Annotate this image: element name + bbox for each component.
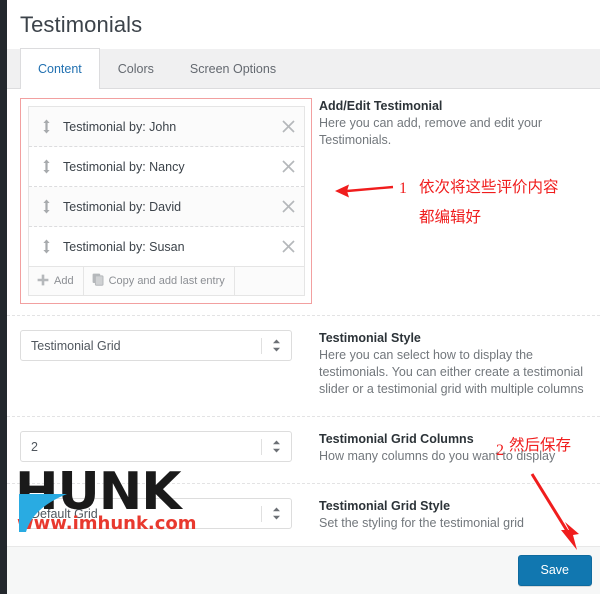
grid-style-description: Testimonial Grid Style Set the styling f… xyxy=(312,498,600,532)
add-button[interactable]: Add xyxy=(29,267,84,295)
page-title: Testimonials xyxy=(20,11,143,37)
testimonial-style-select[interactable]: Testimonial Grid xyxy=(20,330,292,361)
field-description: Here you can select how to display the t… xyxy=(319,348,584,396)
chevron-updown-icon xyxy=(272,440,281,453)
columns-select-column: 2 xyxy=(7,431,312,462)
save-button[interactable]: Save xyxy=(517,555,592,586)
style-select-column: Testimonial Grid xyxy=(7,330,312,361)
add-edit-description: Add/Edit Testimonial Here you can add, r… xyxy=(312,98,600,149)
style-description: Testimonial Style Here you can select ho… xyxy=(312,330,600,398)
admin-bar-edge xyxy=(0,0,7,594)
field-description: Here you can add, remove and edit your T… xyxy=(319,116,543,147)
list-item-label: Testimonial by: John xyxy=(63,119,177,134)
tab-screen-options[interactable]: Screen Options xyxy=(172,48,294,88)
field-title: Add/Edit Testimonial xyxy=(319,99,443,113)
field-description: How many columns do you want to display xyxy=(319,449,556,463)
close-icon[interactable] xyxy=(280,159,296,175)
columns-description: Testimonial Grid Columns How many column… xyxy=(312,431,600,465)
page-header: Testimonials xyxy=(7,0,600,49)
row-testimonial-style: Testimonial Grid Testimonial Style Here … xyxy=(7,316,600,417)
tab-colors[interactable]: Colors xyxy=(100,48,172,88)
field-title: Testimonial Style xyxy=(319,331,421,345)
grid-style-select-column: Default Grid xyxy=(7,498,312,529)
select-value: Testimonial Grid xyxy=(31,338,121,353)
select-divider xyxy=(261,337,262,354)
chevron-updown-icon xyxy=(272,507,281,520)
list-item[interactable]: Testimonial by: David xyxy=(29,187,304,227)
testimonial-repeater: Testimonial by: John Testimonial by: Nan… xyxy=(28,106,305,296)
drag-handle-icon[interactable] xyxy=(38,119,54,135)
field-description: Set the styling for the testimonial grid xyxy=(319,516,524,530)
repeater-column: Testimonial by: John Testimonial by: Nan… xyxy=(7,98,312,304)
close-icon[interactable] xyxy=(280,119,296,135)
row-grid-style: Default Grid Testimonial Grid Style Set … xyxy=(7,484,600,551)
repeater-footer: Add Copy and add last entry xyxy=(29,267,304,295)
select-divider xyxy=(261,505,262,522)
close-icon[interactable] xyxy=(280,239,296,255)
list-item-label: Testimonial by: Susan xyxy=(63,239,185,254)
list-item-label: Testimonial by: David xyxy=(63,199,182,214)
list-item[interactable]: Testimonial by: Susan xyxy=(29,227,304,267)
copy-add-last-entry-label: Copy and add last entry xyxy=(108,275,225,287)
row-grid-columns: 2 Testimonial Grid Columns How many colu… xyxy=(7,417,600,484)
drag-handle-icon[interactable] xyxy=(38,159,54,175)
save-bar: Save xyxy=(517,555,592,586)
tab-content[interactable]: Content xyxy=(20,48,100,89)
testimonial-repeater-highlight: Testimonial by: John Testimonial by: Nan… xyxy=(20,98,312,304)
drag-handle-icon[interactable] xyxy=(38,199,54,215)
select-value: 2 xyxy=(31,439,38,454)
select-value: Default Grid xyxy=(31,506,98,521)
drag-handle-icon[interactable] xyxy=(38,239,54,255)
testimonial-grid-columns-select[interactable]: 2 xyxy=(20,431,292,462)
plus-icon xyxy=(37,274,49,289)
chevron-updown-icon xyxy=(272,339,281,352)
tab-bar: Content Colors Screen Options xyxy=(7,48,600,89)
admin-page: Testimonials Content Colors Screen Optio… xyxy=(7,0,600,594)
list-item[interactable]: Testimonial by: John xyxy=(29,107,304,147)
add-button-label: Add xyxy=(54,275,74,287)
select-divider xyxy=(261,438,262,455)
field-title: Testimonial Grid Style xyxy=(319,499,451,513)
close-icon[interactable] xyxy=(280,199,296,215)
copy-icon xyxy=(92,273,104,289)
row-add-edit-testimonial: Testimonial by: John Testimonial by: Nan… xyxy=(7,89,600,316)
settings-body: Testimonial by: John Testimonial by: Nan… xyxy=(7,89,600,594)
footer-strip xyxy=(7,546,600,594)
field-title: Testimonial Grid Columns xyxy=(319,432,474,446)
testimonial-grid-style-select[interactable]: Default Grid xyxy=(20,498,292,529)
copy-add-last-entry-button[interactable]: Copy and add last entry xyxy=(84,267,235,295)
list-item-label: Testimonial by: Nancy xyxy=(63,159,185,174)
list-item[interactable]: Testimonial by: Nancy xyxy=(29,147,304,187)
